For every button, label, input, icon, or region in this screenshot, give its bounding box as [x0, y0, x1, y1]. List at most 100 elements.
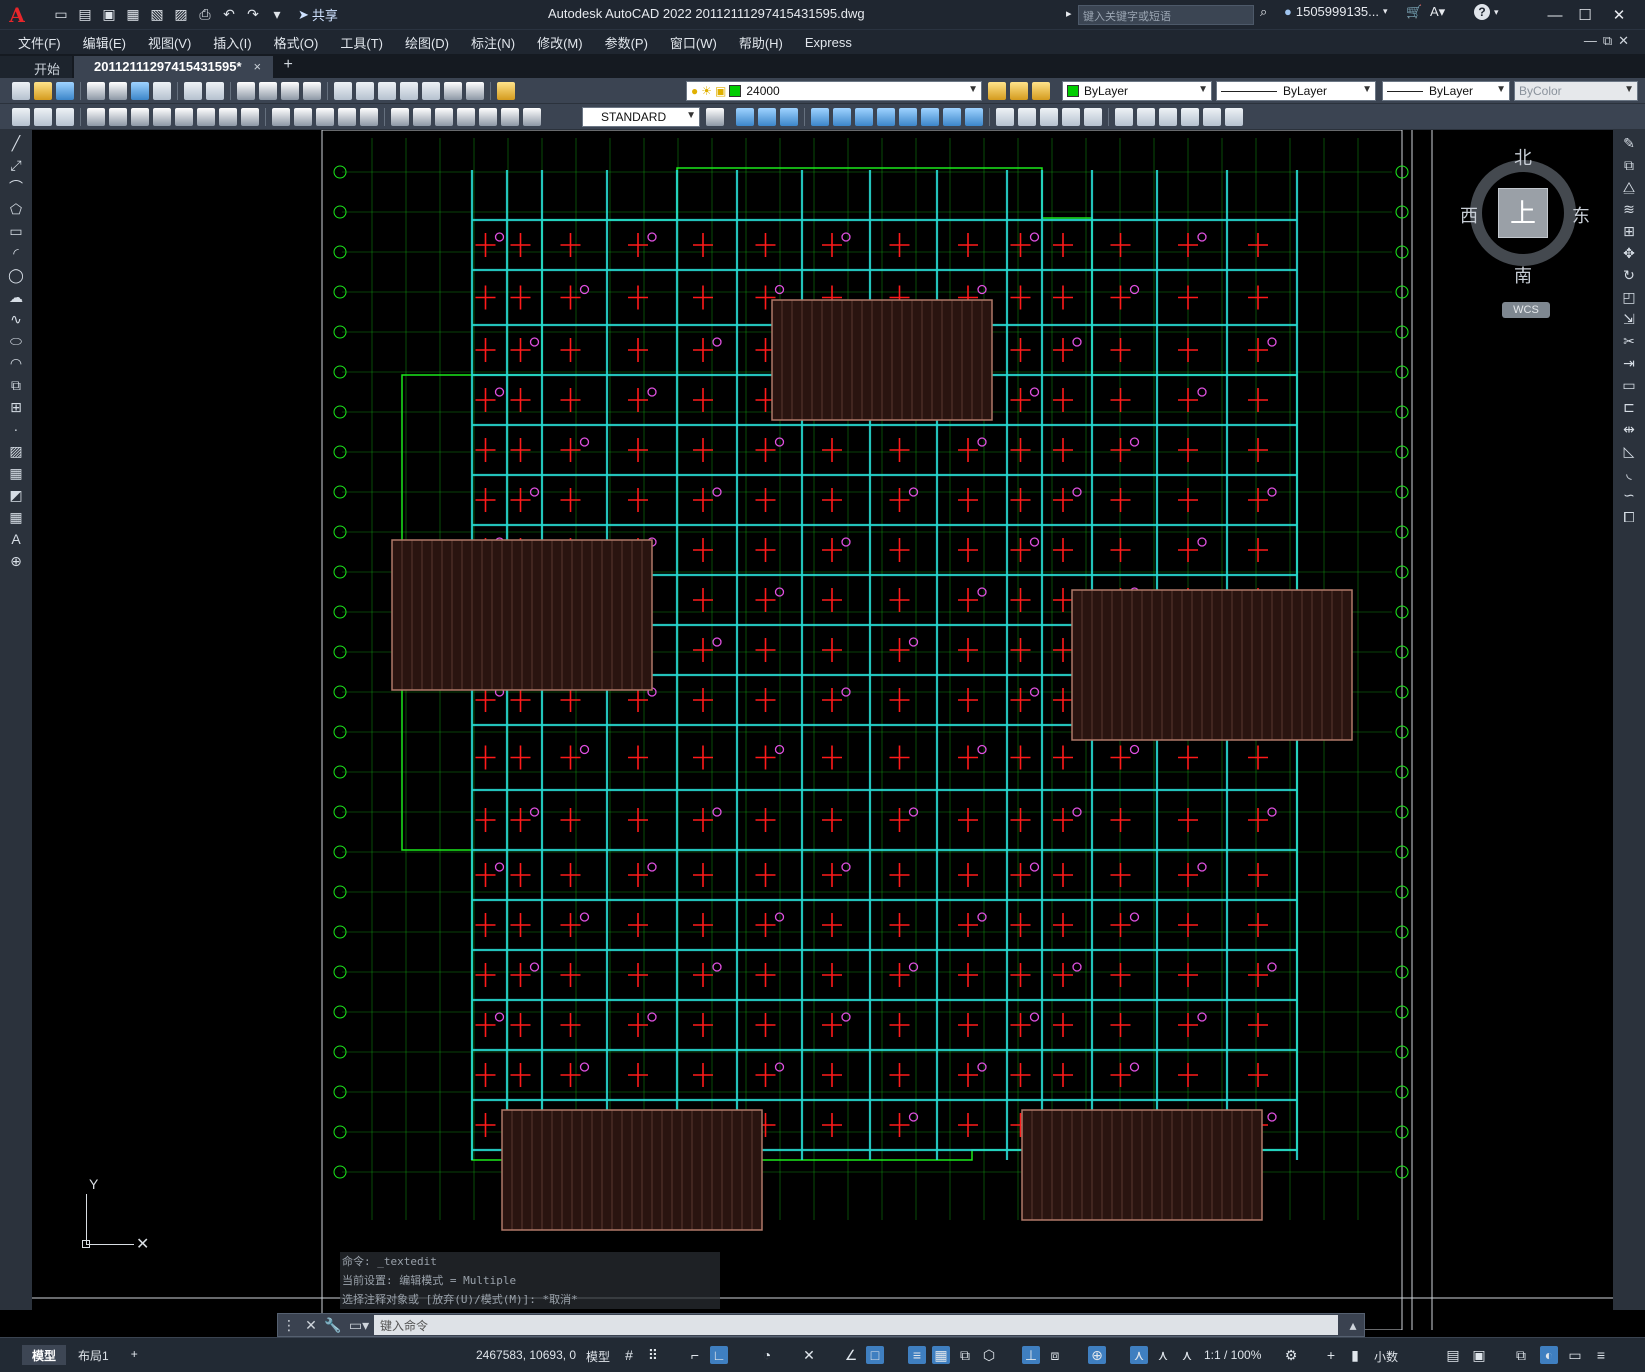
lineweight-icon[interactable]: ≡: [908, 1346, 926, 1364]
units-value[interactable]: 小数: [1374, 1348, 1398, 1365]
mirror-icon[interactable]: [780, 108, 798, 126]
diameter-icon[interactable]: [219, 107, 237, 126]
table-icon[interactable]: ▦: [7, 508, 25, 526]
explode-icon[interactable]: ⧠: [1620, 508, 1638, 526]
dynamic-ucs-icon[interactable]: ⊥: [1022, 1346, 1040, 1364]
move-icon[interactable]: [855, 108, 873, 126]
annotation-scale-icon[interactable]: ⋏: [1178, 1346, 1196, 1364]
menu-view[interactable]: 视图(V): [148, 33, 191, 52]
annotation-monitor-icon[interactable]: +: [1322, 1346, 1340, 1364]
viewcube-top-face[interactable]: 上: [1498, 188, 1548, 238]
blend-curves-icon[interactable]: ∽: [1620, 486, 1638, 504]
revision-cloud-icon[interactable]: ☁: [7, 288, 25, 306]
layer-states-icon[interactable]: [12, 107, 30, 126]
zoom-window-icon[interactable]: [281, 81, 299, 100]
selection-cycling-icon[interactable]: ⧉: [956, 1346, 974, 1364]
drawing-canvas[interactable]: Y ✕: [32, 130, 1613, 1330]
extend-icon[interactable]: ⇥: [1620, 354, 1638, 372]
jogged-linear-icon[interactable]: [457, 107, 475, 126]
linetype-dropdown[interactable]: ByLayer ▼: [1216, 81, 1376, 101]
point-icon[interactable]: ∙: [7, 420, 25, 438]
layer-properties-icon[interactable]: [497, 81, 515, 100]
save-as-icon[interactable]: ▦: [122, 4, 144, 26]
insert-block-icon[interactable]: [1115, 108, 1133, 126]
viewcube[interactable]: 北 南 东 西 上 WCS: [1460, 148, 1590, 325]
isodraft-icon[interactable]: ✕: [800, 1346, 818, 1364]
scale-icon[interactable]: [899, 108, 917, 126]
plot-icon[interactable]: ⎙: [194, 4, 216, 26]
maximize-button[interactable]: ☐: [1570, 3, 1600, 27]
region-icon[interactable]: ◩: [7, 486, 25, 504]
layer-dropdown[interactable]: ● ☀ ▣ 24000 ▼: [686, 81, 982, 101]
customization-icon[interactable]: ≡: [1592, 1346, 1610, 1364]
ordinate-icon[interactable]: [153, 107, 171, 126]
fillet-icon[interactable]: ◟: [1620, 464, 1638, 482]
menu-draw[interactable]: 绘图(D): [405, 33, 449, 52]
copy-icon[interactable]: ⧉: [1620, 156, 1638, 174]
plot-icon[interactable]: [87, 81, 105, 100]
open-icon[interactable]: [34, 81, 52, 100]
menu-help[interactable]: 帮助(H): [739, 33, 783, 52]
wcs-menu[interactable]: WCS: [1502, 302, 1550, 318]
make-block-icon[interactable]: [1137, 108, 1155, 126]
rectangle-icon[interactable]: ▭: [7, 222, 25, 240]
table-icon[interactable]: [1225, 108, 1243, 126]
menu-insert[interactable]: 插入(I): [213, 33, 251, 52]
center-mark-icon[interactable]: [413, 107, 431, 126]
document-window-controls[interactable]: —⧉✕: [1584, 33, 1635, 49]
array-icon[interactable]: ⊞: [1620, 222, 1638, 240]
trim-icon[interactable]: ✂: [1620, 332, 1638, 350]
stretch-icon[interactable]: ⇲: [1620, 310, 1638, 328]
menu-format[interactable]: 格式(O): [274, 33, 319, 52]
erase-icon[interactable]: [736, 108, 754, 126]
redo-icon[interactable]: ↷: [242, 4, 264, 26]
compass-north[interactable]: 北: [1514, 144, 1532, 170]
move-icon[interactable]: ✥: [1620, 244, 1638, 262]
join-icon[interactable]: [1018, 108, 1036, 126]
add-layout-button[interactable]: +: [121, 1345, 148, 1365]
break-icon[interactable]: ⊏: [1620, 398, 1638, 416]
dimension-edit-icon[interactable]: [479, 107, 497, 126]
new-tab-button[interactable]: +: [275, 56, 301, 78]
clean-screen-icon[interactable]: ▭: [1566, 1346, 1584, 1364]
make-current-layer-icon[interactable]: [988, 82, 1006, 100]
join-icon[interactable]: ⇹: [1620, 420, 1638, 438]
rotate-icon[interactable]: ↻: [1620, 266, 1638, 284]
offset-icon[interactable]: ≋: [1620, 200, 1638, 218]
publish-icon[interactable]: [131, 81, 149, 100]
hardware-acceleration-icon[interactable]: ◐: [1540, 1346, 1558, 1364]
zoom-realtime-icon[interactable]: [259, 81, 277, 100]
search-icon[interactable]: ⌕: [1260, 4, 1267, 20]
baseline-icon[interactable]: [294, 107, 312, 126]
menu-parametric[interactable]: 参数(P): [605, 33, 648, 52]
tab-layout1[interactable]: 布局1: [68, 1345, 119, 1365]
quick-dimension-icon[interactable]: [272, 107, 290, 126]
undo-icon[interactable]: ↶: [218, 4, 240, 26]
calculator-icon[interactable]: [444, 81, 462, 100]
circle-icon[interactable]: ◯: [7, 266, 25, 284]
infer-constraints-icon[interactable]: ⌐: [686, 1346, 704, 1364]
compass-west[interactable]: 西: [1460, 202, 1478, 228]
search-input[interactable]: 键入关键字或短语: [1078, 5, 1254, 25]
extend-icon[interactable]: [965, 108, 983, 126]
selection-filter-icon[interactable]: ⧈: [1046, 1346, 1064, 1364]
tab-start[interactable]: 开始: [0, 56, 73, 78]
lock-ui-icon[interactable]: ▣: [1470, 1346, 1488, 1364]
erase-icon[interactable]: ✎: [1620, 134, 1638, 152]
help-button[interactable]: ? ▾: [1474, 4, 1499, 20]
transparency-icon[interactable]: ▦: [932, 1346, 950, 1364]
scale-icon[interactable]: ◰: [1620, 288, 1638, 306]
new-icon[interactable]: [12, 81, 30, 100]
compass-south[interactable]: 南: [1514, 262, 1532, 288]
dimension-style-dropdown[interactable]: STANDARD ▼: [582, 107, 700, 127]
tool-palettes-icon[interactable]: [378, 81, 396, 100]
sheet-set-icon[interactable]: [400, 81, 418, 100]
fillet-icon[interactable]: [1062, 108, 1080, 126]
minimize-button[interactable]: —: [1540, 3, 1570, 27]
markup-icon[interactable]: [422, 81, 440, 100]
tolerance-icon[interactable]: [391, 107, 409, 126]
angular-icon[interactable]: [241, 107, 259, 126]
model-space-button[interactable]: 模型: [586, 1348, 610, 1365]
trim-icon[interactable]: [943, 108, 961, 126]
menu-window[interactable]: 窗口(W): [670, 33, 717, 52]
